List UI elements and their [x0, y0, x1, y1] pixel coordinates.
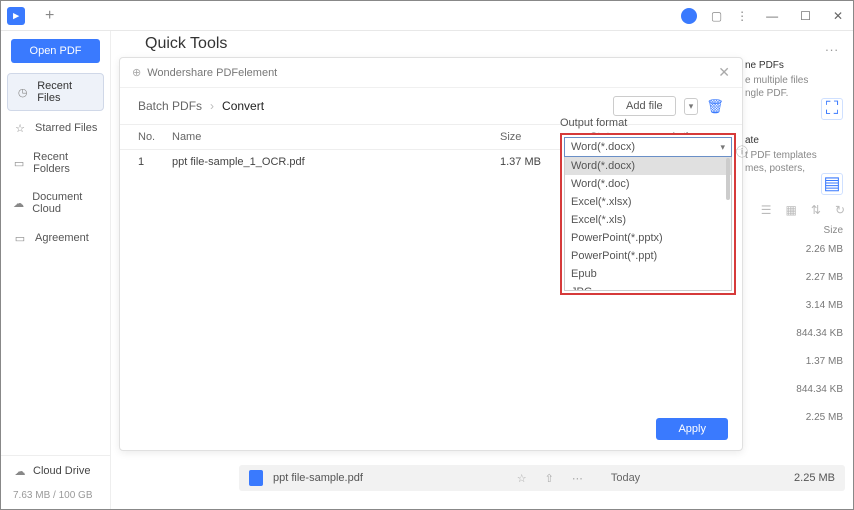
col-name: Name	[172, 131, 500, 143]
breadcrumb-current: Convert	[222, 99, 264, 113]
dropdown-list: Word(*.docx)Word(*.doc)Excel(*.xlsx)Exce…	[564, 157, 732, 291]
size-value: 2.26 MB	[745, 244, 845, 255]
size-value: 2.27 MB	[745, 272, 845, 283]
dropdown-option[interactable]: Epub	[565, 265, 731, 283]
app-logo-icon: ▸	[7, 7, 25, 25]
minimize-button[interactable]: —	[762, 7, 782, 25]
list-view-icon[interactable]: ☰	[761, 203, 772, 217]
file-date: Today	[611, 472, 640, 484]
storage-usage: 7.63 MB / 100 GB	[1, 486, 110, 509]
open-pdf-button[interactable]: Open PDF	[11, 39, 100, 63]
size-value: 3.14 MB	[745, 300, 845, 311]
output-format-dropdown[interactable]: Word(*.docx) ▾ Word(*.docx)Word(*.doc)Ex…	[560, 133, 736, 295]
grid-view-icon[interactable]: ▦	[786, 203, 797, 217]
cell-name: ppt file-sample_1_OCR.pdf	[172, 156, 500, 168]
sidebar-label: Recent Folders	[33, 151, 98, 175]
scrollbar[interactable]	[726, 158, 730, 200]
recent-file-row[interactable]: ppt file-sample.pdf ☆ ⇧ ⋯ Today 2.25 MB	[239, 465, 845, 491]
size-value: 2.25 MB	[745, 412, 845, 423]
cloud-drive-icon: ☁	[13, 464, 27, 478]
more-icon[interactable]: ⋯	[572, 472, 583, 485]
size-value: 844.34 KB	[745, 384, 845, 395]
size-column-header: Size	[745, 221, 845, 244]
card-title: ate	[745, 134, 845, 147]
document-icon: ▭	[13, 231, 27, 245]
star-icon[interactable]: ☆	[517, 472, 527, 485]
trash-icon[interactable]: 🗑	[706, 98, 724, 115]
panel-app-name: Wondershare PDFelement	[147, 67, 277, 79]
size-value: 844.34 KB	[745, 328, 845, 339]
dropdown-option[interactable]: Excel(*.xlsx)	[565, 193, 731, 211]
dropdown-option[interactable]: Word(*.docx)	[565, 157, 731, 175]
chevron-right-icon: ›	[210, 99, 214, 113]
sidebar-item-agreement[interactable]: ▭ Agreement	[1, 223, 110, 253]
dropdown-option[interactable]: Excel(*.xls)	[565, 211, 731, 229]
size-value: 1.37 MB	[745, 356, 845, 367]
sidebar-label: Starred Files	[35, 122, 97, 134]
card-title: ne PDFs	[745, 59, 845, 72]
panel-close-button[interactable]: ✕	[718, 64, 730, 81]
card-text: t PDF templates	[745, 149, 845, 162]
cloud-icon: ☁	[13, 196, 24, 210]
cloud-drive-label: Cloud Drive	[33, 465, 90, 477]
sidebar-item-recent-files[interactable]: ◷ Recent Files	[7, 73, 104, 111]
file-name: ppt file-sample.pdf	[273, 472, 363, 484]
close-button[interactable]: ✕	[829, 7, 847, 25]
cloud-drive-button[interactable]: ☁ Cloud Drive	[1, 455, 110, 486]
dropdown-option[interactable]: PowerPoint(*.ppt)	[565, 247, 731, 265]
sidebar-item-recent-folders[interactable]: ▭ Recent Folders	[1, 143, 110, 183]
more-tools-button[interactable]: ...	[825, 39, 839, 54]
user-avatar-icon[interactable]	[681, 8, 697, 24]
dropdown-option[interactable]: Word(*.doc)	[565, 175, 731, 193]
col-no: No.	[138, 131, 172, 143]
dropdown-option[interactable]: PowerPoint(*.pptx)	[565, 229, 731, 247]
upload-icon[interactable]: ⇧	[545, 472, 554, 485]
cell-no: 1	[138, 156, 172, 168]
chevron-down-icon: ▾	[720, 142, 725, 153]
pdf-file-icon	[249, 470, 263, 486]
sidebar: Open PDF ◷ Recent Files ☆ Starred Files …	[1, 31, 111, 509]
breadcrumb-root[interactable]: Batch PDFs	[138, 99, 202, 113]
apply-button[interactable]: Apply	[656, 418, 728, 440]
sidebar-item-starred[interactable]: ☆ Starred Files	[1, 113, 110, 143]
dropdown-selected[interactable]: Word(*.docx) ▾	[564, 137, 732, 157]
maximize-button[interactable]: ☐	[796, 7, 815, 25]
dropdown-selected-text: Word(*.docx)	[571, 141, 635, 153]
folder-icon: ▭	[13, 156, 25, 170]
combine-icon: ⛶	[821, 98, 843, 120]
sort-icon[interactable]: ⇅	[811, 203, 821, 217]
chat-icon[interactable]: ▢	[711, 9, 722, 23]
background-right-column: ne PDFs e multiple files ngle PDF. ⛶ ate…	[745, 59, 845, 499]
add-file-dropdown[interactable]: ▾	[684, 98, 699, 115]
clock-icon: ◷	[16, 85, 29, 99]
dropdown-option[interactable]: JPG	[565, 283, 731, 291]
batch-convert-panel: ⊕ Wondershare PDFelement ✕ Batch PDFs › …	[119, 57, 743, 451]
template-icon: ▤	[821, 173, 843, 195]
new-tab-button[interactable]: +	[45, 7, 54, 25]
sidebar-label: Document Cloud	[32, 191, 98, 215]
sidebar-label: Recent Files	[37, 80, 95, 104]
file-size: 2.25 MB	[794, 472, 835, 484]
sidebar-label: Agreement	[35, 232, 89, 244]
card-text: e multiple files	[745, 74, 845, 87]
add-file-button[interactable]: Add file	[613, 96, 676, 116]
menu-dots-icon[interactable]: ⋮	[736, 9, 748, 23]
refresh-icon[interactable]: ↻	[835, 203, 845, 217]
sidebar-item-document-cloud[interactable]: ☁ Document Cloud	[1, 183, 110, 223]
titlebar: ▸ + ▢ ⋮ — ☐ ✕	[1, 1, 853, 31]
star-icon: ☆	[13, 121, 27, 135]
page-title: Quick Tools	[111, 31, 853, 59]
pin-icon[interactable]: ⊕	[132, 66, 141, 79]
help-icon[interactable]: ⓘ	[736, 143, 748, 160]
